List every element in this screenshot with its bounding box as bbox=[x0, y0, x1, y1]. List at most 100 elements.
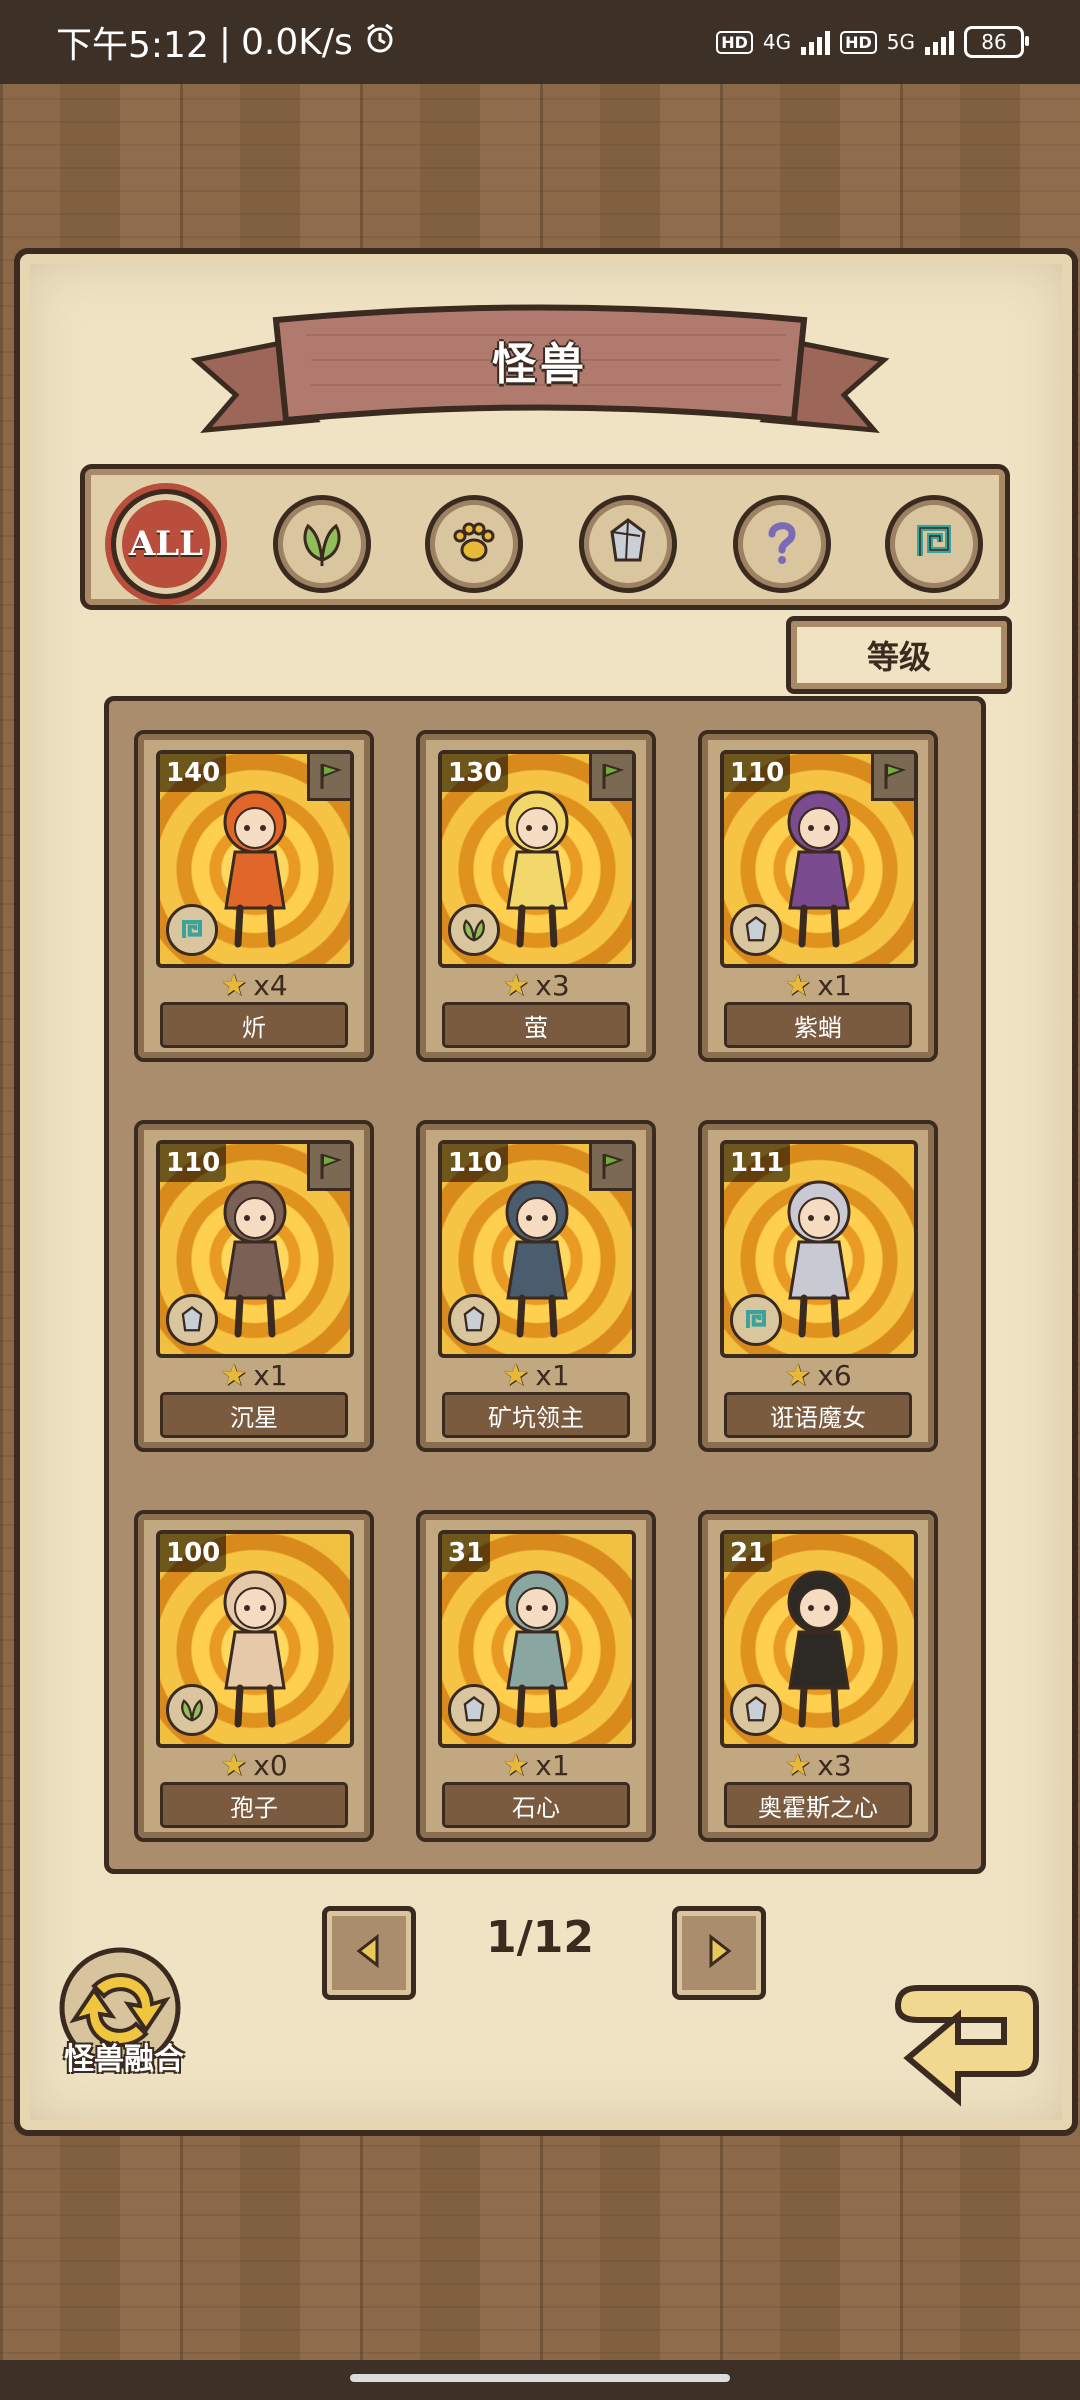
monster-count: x1 bbox=[535, 1749, 570, 1782]
star-icon: ★ bbox=[502, 1748, 530, 1783]
monster-fusion-label: 怪兽融合 bbox=[64, 2042, 184, 2077]
monster-portrait: 110 bbox=[720, 750, 918, 968]
crystal-icon bbox=[730, 904, 782, 956]
monster-card[interactable]: 100 ★ x0 孢子 bbox=[134, 1510, 374, 1842]
star-icon: ★ bbox=[220, 968, 248, 1003]
monster-name: 矿坑领主 bbox=[442, 1392, 630, 1438]
star-icon: ★ bbox=[220, 1358, 248, 1393]
monster-count: x6 bbox=[817, 1359, 852, 1392]
flag-icon bbox=[307, 1144, 350, 1191]
spiral-icon bbox=[730, 1294, 782, 1346]
monster-portrait: 100 bbox=[156, 1530, 354, 1748]
monster-card[interactable]: 110 ★ x1 紫蛸 bbox=[698, 730, 938, 1062]
monster-name: 石心 bbox=[442, 1782, 630, 1828]
home-indicator bbox=[0, 2360, 1080, 2400]
flag-icon bbox=[589, 754, 632, 801]
star-icon: ★ bbox=[502, 968, 530, 1003]
monster-count: x1 bbox=[253, 1359, 288, 1392]
monster-count: x4 bbox=[253, 969, 288, 1002]
status-speed: 0.0K/s bbox=[240, 21, 353, 63]
flag-icon bbox=[589, 1144, 632, 1191]
spiral-icon bbox=[166, 904, 218, 956]
arrow-left-icon bbox=[349, 1931, 389, 1975]
monster-stars: ★ x3 bbox=[420, 968, 652, 1003]
monster-card[interactable]: 140 ★ x4 炘 bbox=[134, 730, 374, 1062]
monster-card[interactable]: 111 ★ x6 诳语魔女 bbox=[698, 1120, 938, 1452]
monster-name: 沉星 bbox=[160, 1392, 348, 1438]
monster-stars: ★ x1 bbox=[138, 1358, 370, 1393]
monster-stars: ★ x1 bbox=[420, 1748, 652, 1783]
monster-count: x0 bbox=[253, 1749, 288, 1782]
leaf-icon bbox=[448, 904, 500, 956]
monster-portrait: 31 bbox=[438, 1530, 636, 1748]
crystal-icon bbox=[730, 1684, 782, 1736]
monster-card[interactable]: 110 ★ x1 矿坑领主 bbox=[416, 1120, 656, 1452]
monster-count: x1 bbox=[535, 1359, 570, 1392]
monster-name: 孢子 bbox=[160, 1782, 348, 1828]
monster-portrait: 140 bbox=[156, 750, 354, 968]
monster-portrait: 110 bbox=[156, 1140, 354, 1358]
crystal-icon bbox=[448, 1294, 500, 1346]
monster-card[interactable]: 110 ★ x1 沉星 bbox=[134, 1120, 374, 1452]
filter-unknown-button[interactable] bbox=[733, 495, 831, 593]
monster-count: x3 bbox=[817, 1749, 852, 1782]
crystal-icon bbox=[600, 514, 656, 574]
monster-level: 110 bbox=[724, 754, 791, 792]
star-icon: ★ bbox=[784, 968, 812, 1003]
page-indicator: 1/12 bbox=[486, 1912, 594, 1963]
filter-plant-button[interactable] bbox=[273, 495, 371, 593]
signal-icon bbox=[801, 29, 831, 55]
hd-badge-2: HD bbox=[840, 30, 877, 54]
monster-level: 110 bbox=[442, 1144, 509, 1182]
page-title: 怪兽 bbox=[492, 339, 588, 390]
next-page-button[interactable] bbox=[672, 1906, 766, 2000]
filter-bar: ALL bbox=[80, 464, 1010, 610]
monster-level: 111 bbox=[724, 1144, 791, 1182]
monster-stars: ★ x4 bbox=[138, 968, 370, 1003]
star-icon: ★ bbox=[784, 1748, 812, 1783]
return-arrow-icon bbox=[878, 1985, 1048, 2120]
filter-mystic-button[interactable] bbox=[885, 495, 983, 593]
monster-name: 炘 bbox=[160, 1002, 348, 1048]
monster-level: 21 bbox=[724, 1534, 773, 1572]
star-icon: ★ bbox=[502, 1358, 530, 1393]
paw-icon bbox=[446, 514, 502, 574]
signal-icon-2 bbox=[925, 29, 954, 55]
net-5g-label: 5G bbox=[886, 30, 915, 54]
status-divider: | bbox=[218, 21, 231, 63]
monster-portrait: 111 bbox=[720, 1140, 918, 1358]
prev-page-button[interactable] bbox=[322, 1906, 416, 2000]
monster-name: 紫蛸 bbox=[724, 1002, 912, 1048]
monster-portrait: 21 bbox=[720, 1530, 918, 1748]
sort-level-button[interactable]: 等级 bbox=[786, 616, 1012, 694]
flag-icon bbox=[871, 754, 914, 801]
crystal-icon bbox=[166, 1294, 218, 1346]
monster-stars: ★ x0 bbox=[138, 1748, 370, 1783]
leaf-icon bbox=[166, 1684, 218, 1736]
monster-name: 萤 bbox=[442, 1002, 630, 1048]
title-banner: 怪兽 bbox=[186, 300, 894, 450]
monster-card[interactable]: 21 ★ x3 奥霍斯之心 bbox=[698, 1510, 938, 1842]
monster-card[interactable]: 31 ★ x1 石心 bbox=[416, 1510, 656, 1842]
question-icon bbox=[754, 514, 810, 574]
monster-card[interactable]: 130 ★ x3 萤 bbox=[416, 730, 656, 1062]
leaf-icon bbox=[294, 514, 350, 574]
filter-beast-button[interactable] bbox=[425, 495, 523, 593]
monster-level: 110 bbox=[160, 1144, 227, 1182]
filter-all-label: ALL bbox=[128, 524, 204, 564]
monster-count: x3 bbox=[535, 969, 570, 1002]
hd-badge: HD bbox=[716, 30, 753, 54]
filter-mineral-button[interactable] bbox=[579, 495, 677, 593]
crystal-icon bbox=[448, 1684, 500, 1736]
arrow-right-icon bbox=[699, 1931, 739, 1975]
battery-icon: 86 bbox=[964, 26, 1029, 58]
filter-all-button[interactable]: ALL bbox=[111, 489, 221, 599]
monster-level: 130 bbox=[442, 754, 509, 792]
back-button[interactable] bbox=[878, 1966, 1048, 2116]
monster-stars: ★ x6 bbox=[702, 1358, 934, 1393]
spiral-icon bbox=[906, 514, 962, 574]
monster-portrait: 110 bbox=[438, 1140, 636, 1358]
monster-level: 31 bbox=[442, 1534, 491, 1572]
monster-name: 诳语魔女 bbox=[724, 1392, 912, 1438]
monster-name: 奥霍斯之心 bbox=[724, 1782, 912, 1828]
